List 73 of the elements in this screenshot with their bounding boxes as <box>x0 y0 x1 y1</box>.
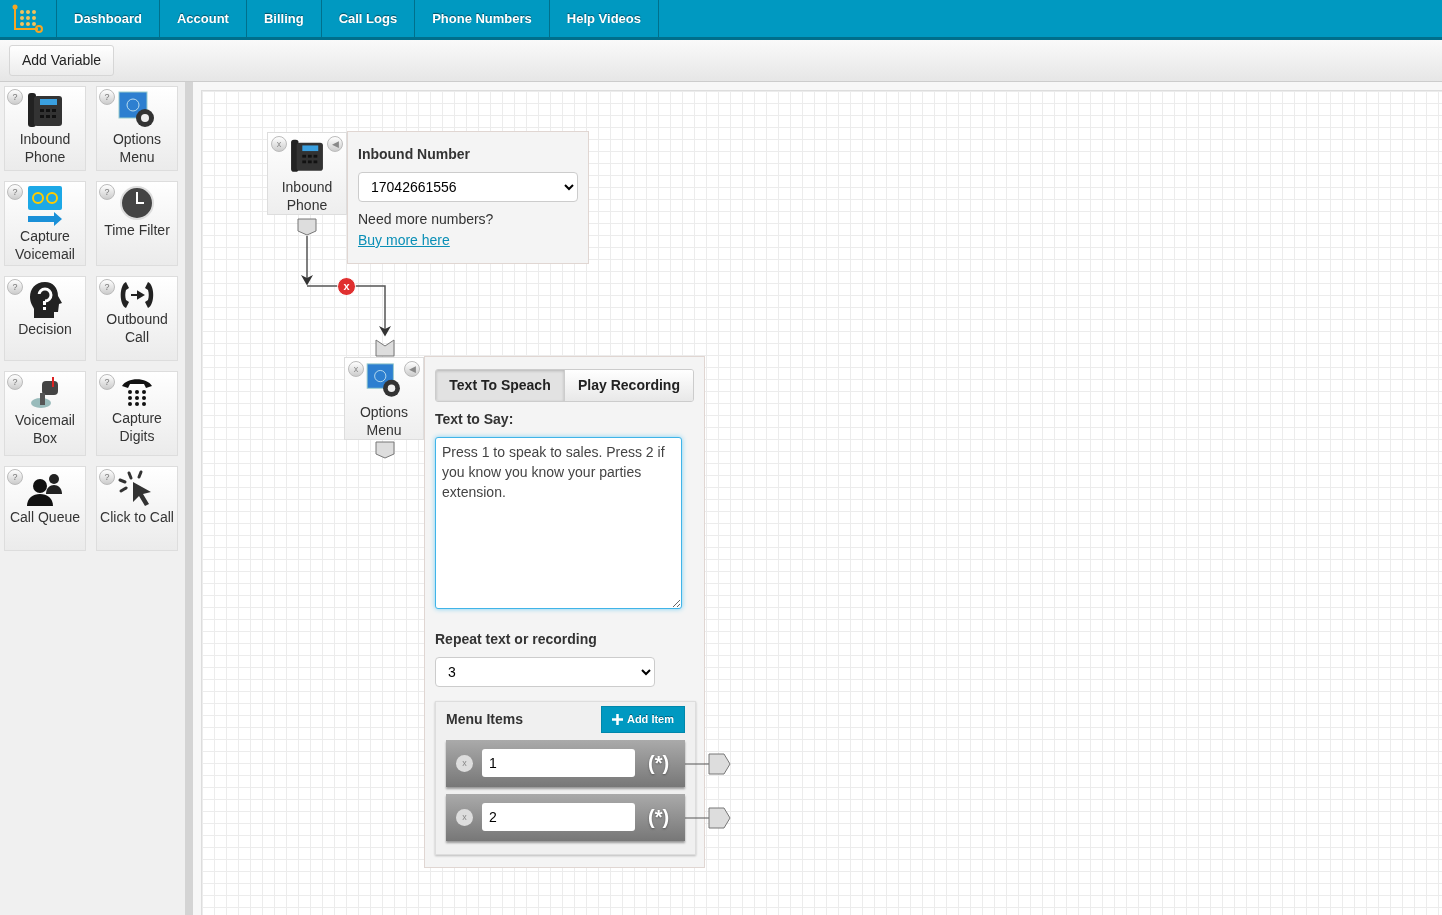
number-select[interactable]: 17042661556 <box>358 172 578 202</box>
palette-tile[interactable]: ? Outbound Call <box>96 276 178 361</box>
add-item-button[interactable]: Add Item <box>601 706 685 733</box>
phone-icon <box>25 90 65 130</box>
collapse-button[interactable]: ◀ <box>404 361 420 377</box>
node-block[interactable]: x ◀ Inbound Phone <box>267 132 347 215</box>
close-button[interactable]: x <box>348 361 364 377</box>
delete-connection-button[interactable]: x <box>337 277 356 296</box>
collapse-button[interactable]: ◀ <box>327 136 343 152</box>
tile-label: Capture Digits <box>111 409 163 445</box>
nav-link[interactable]: Billing <box>246 0 322 37</box>
remove-item-button[interactable]: x <box>456 754 473 772</box>
clock-icon <box>119 185 155 221</box>
tile-label: Options Menu <box>111 130 163 166</box>
repeat-select[interactable]: 3 <box>435 657 655 687</box>
node-label: Options Menu <box>358 403 410 439</box>
node-block[interactable]: x ◀ Options Menu <box>344 357 424 440</box>
tile-label: Voicemail Box <box>14 411 76 447</box>
help-button[interactable]: ? <box>99 89 115 105</box>
palette-tile[interactable]: ? Click to Call <box>96 466 178 551</box>
logo-icon <box>12 3 44 34</box>
tile-label: Time Filter <box>104 221 170 239</box>
item-key-field[interactable]: 1 <box>482 749 635 777</box>
help-text: Need more numbers? <box>358 211 494 227</box>
tab[interactable]: Play Recording <box>564 370 693 401</box>
palette-tile[interactable]: ? Options Menu <box>96 86 178 171</box>
help-button[interactable]: ? <box>99 374 115 390</box>
palette-tile[interactable]: ? Call Queue <box>4 466 86 551</box>
item-key-field[interactable]: 2 <box>482 803 635 831</box>
voicemail-icon <box>25 185 65 227</box>
tile-label: Inbound Phone <box>18 130 72 166</box>
node-label: Inbound Phone <box>280 178 334 214</box>
plus-icon <box>612 713 624 725</box>
field-label: Inbound Number <box>358 145 471 164</box>
tile-label: Decision <box>18 320 72 338</box>
add-variable-button[interactable]: Add Variable <box>9 45 115 76</box>
palette-tile[interactable]: ? Capture Voicemail <box>4 181 86 266</box>
palette-tile[interactable]: ? Decision <box>4 276 86 361</box>
buy-more-link[interactable]: Buy more here <box>358 232 450 248</box>
connection-port[interactable] <box>685 752 731 775</box>
help-button[interactable]: ? <box>7 184 23 200</box>
tile-label: Click to Call <box>100 508 174 526</box>
help-button[interactable]: ? <box>7 374 23 390</box>
nav-link[interactable]: Dashboard <box>57 0 160 37</box>
palette-tile[interactable]: ? Voicemail Box <box>4 371 86 456</box>
help-button[interactable]: ? <box>99 184 115 200</box>
palette-tile[interactable]: ? Time Filter <box>96 181 178 266</box>
nav-link[interactable]: Account <box>159 0 247 37</box>
nav-link[interactable]: Phone Numbers <box>415 0 550 37</box>
palette-tile[interactable]: ? Inbound Phone <box>4 86 86 171</box>
close-button[interactable]: x <box>271 136 287 152</box>
help-button[interactable]: ? <box>7 279 23 295</box>
head-question-icon <box>27 280 63 320</box>
tile-label: Call Queue <box>9 508 80 526</box>
tile-label: Capture Voicemail <box>14 227 76 263</box>
field-label: Repeat text or recording <box>435 630 598 649</box>
tab[interactable]: Text To Speach <box>436 370 564 401</box>
wildcard-label: (*) <box>648 751 670 776</box>
nav-link[interactable]: Call Logs <box>321 0 416 37</box>
remove-item-button[interactable]: x <box>456 808 473 826</box>
connection-port[interactable] <box>685 806 731 829</box>
help-button[interactable]: ? <box>99 279 115 295</box>
tile-label: Outbound Call <box>105 310 169 346</box>
palette-tile[interactable]: ? Capture Digits <box>96 371 178 456</box>
text-area[interactable]: Press 1 to speak to sales. Press 2 if you know you know your parties extension. <box>435 437 682 609</box>
connection-port[interactable] <box>297 218 317 236</box>
nav-link[interactable]: Help Videos <box>549 0 659 37</box>
wildcard-label: (*) <box>648 805 670 830</box>
menu-items-title: Menu Items <box>446 709 523 729</box>
help-button[interactable]: ? <box>7 89 23 105</box>
help-button[interactable]: ? <box>7 469 23 485</box>
help-button[interactable]: ? <box>99 469 115 485</box>
field-label: Text to Say: <box>435 410 515 429</box>
